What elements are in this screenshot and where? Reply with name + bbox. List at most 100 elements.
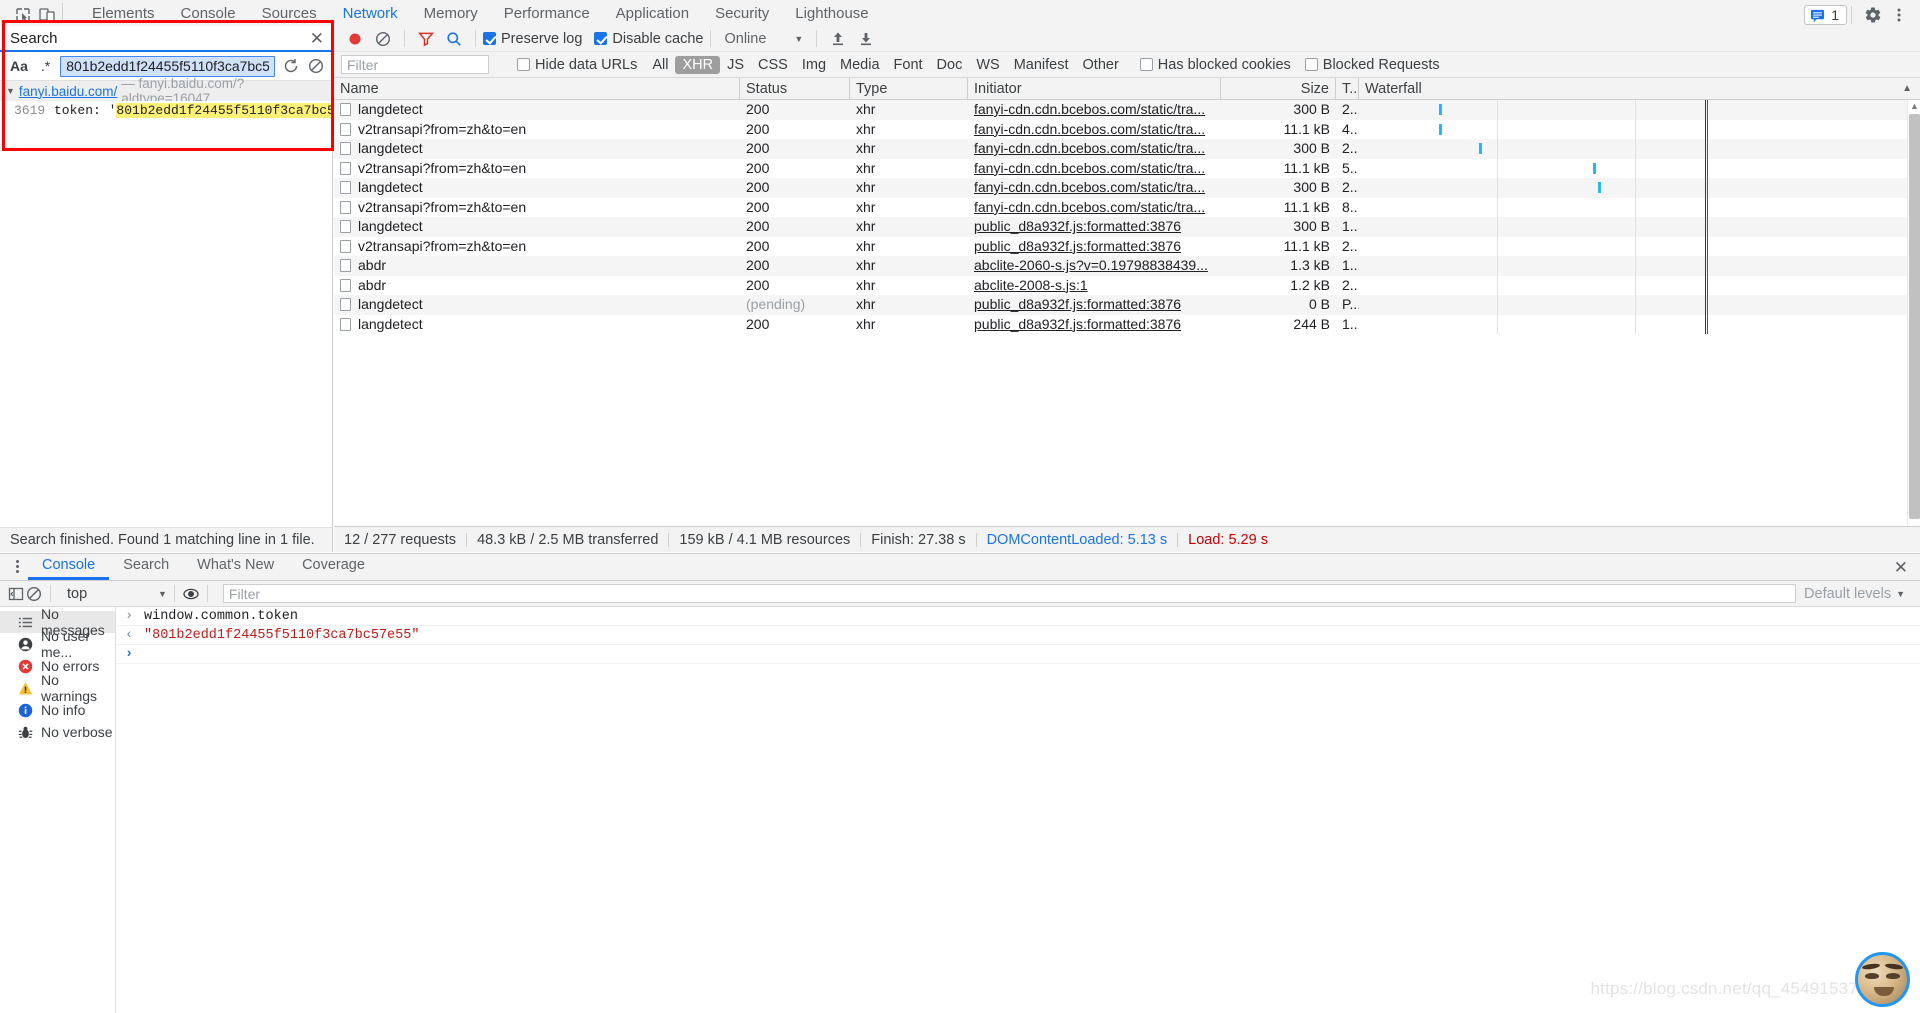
column-header-status[interactable]: Status: [740, 78, 850, 100]
clear-search-icon[interactable]: [307, 57, 325, 75]
table-row[interactable]: langdetect 200 xhr fanyi-cdn.cdn.bcebos.com…: [334, 178, 1920, 198]
table-row[interactable]: v2transapi?from=zh&to=en 200 xhr fanyi-cdn.…: [334, 158, 1920, 179]
close-drawer-icon[interactable]: ✕: [1894, 559, 1920, 580]
search-query-input[interactable]: [60, 55, 275, 77]
table-row[interactable]: v2transapi?from=zh&to=en 200 xhr fanyi-cdn.…: [334, 119, 1920, 139]
cell-initiator[interactable]: public_d8a932f.js:formatted:3876: [968, 237, 1221, 257]
console-log-levels-dropdown[interactable]: Default levels ▼: [1804, 586, 1913, 602]
console-prompt-line[interactable]: ›: [116, 645, 1920, 664]
clear-network-log-icon[interactable]: [374, 30, 392, 48]
preserve-log-box[interactable]: [483, 32, 496, 45]
cell-name[interactable]: v2transapi?from=zh&to=en: [334, 237, 740, 257]
filter-funnel-icon[interactable]: [417, 30, 435, 48]
table-row[interactable]: langdetect 200 xhr public_d8a932f.js:format…: [334, 314, 1920, 335]
filter-type-ws[interactable]: WS: [969, 56, 1006, 74]
drawer-more-options-icon[interactable]: [6, 555, 28, 577]
initiator-link[interactable]: fanyi-cdn.cdn.bcebos.com/static/tra...: [974, 199, 1205, 215]
table-row[interactable]: abdr 200 xhr abclite-2008-s.js:1 1.2 kB 2...: [334, 275, 1920, 296]
network-filter-input[interactable]: [341, 55, 489, 74]
close-search-panel-icon[interactable]: ✕: [310, 30, 324, 47]
initiator-link[interactable]: public_d8a932f.js:formatted:3876: [974, 238, 1181, 254]
hide-data-urls-checkbox[interactable]: Hide data URLs: [517, 57, 637, 73]
cell-initiator[interactable]: fanyi-cdn.cdn.bcebos.com/static/tra...: [968, 100, 1221, 120]
match-case-toggle[interactable]: Aa: [7, 57, 31, 75]
initiator-link[interactable]: public_d8a932f.js:formatted:3876: [974, 316, 1181, 332]
initiator-link[interactable]: fanyi-cdn.cdn.bcebos.com/static/tra...: [974, 101, 1205, 117]
message-count-badge[interactable]: 1: [1804, 5, 1847, 25]
throttle-dropdown[interactable]: Online ▼: [718, 31, 809, 47]
console-sidebar-item-bug[interactable]: No verbose: [0, 721, 115, 743]
cell-initiator[interactable]: fanyi-cdn.cdn.bcebos.com/static/tra...: [968, 178, 1221, 198]
has-blocked-cookies-checkbox[interactable]: Has blocked cookies: [1139, 57, 1291, 73]
drawer-tab-whats-new[interactable]: What's New: [183, 557, 288, 581]
filter-type-img[interactable]: Img: [795, 56, 833, 74]
table-row[interactable]: v2transapi?from=zh&to=en 200 xhr fanyi-cdn.…: [334, 197, 1920, 218]
initiator-link[interactable]: public_d8a932f.js:formatted:3876: [974, 296, 1181, 312]
export-har-icon[interactable]: [857, 30, 875, 48]
initiator-link[interactable]: fanyi-cdn.cdn.bcebos.com/static/tra...: [974, 160, 1205, 176]
cell-name[interactable]: langdetect: [334, 100, 740, 120]
column-header-time[interactable]: T..: [1336, 78, 1359, 100]
record-button-icon[interactable]: [346, 30, 364, 48]
console-input-line[interactable]: › window.common.token: [116, 607, 1920, 626]
search-network-icon[interactable]: [445, 30, 463, 48]
clear-console-icon[interactable]: [25, 585, 43, 603]
disable-cache-checkbox[interactable]: Disable cache: [594, 31, 703, 47]
filter-type-xhr[interactable]: XHR: [675, 55, 721, 74]
console-output[interactable]: › window.common.token ‹ "801b2edd1f24455f51…: [116, 607, 1920, 1013]
network-scrollbar[interactable]: ▲: [1907, 100, 1920, 526]
regex-toggle[interactable]: .*: [38, 57, 53, 75]
table-row[interactable]: langdetect (pending) xhr public_d8a932f.js:…: [334, 295, 1920, 315]
column-header-name[interactable]: Name: [334, 78, 740, 100]
initiator-link[interactable]: public_d8a932f.js:formatted:3876: [974, 218, 1181, 234]
hide-data-urls-box[interactable]: [517, 58, 530, 71]
cell-initiator[interactable]: fanyi-cdn.cdn.bcebos.com/static/tra...: [968, 159, 1221, 179]
inspect-element-icon[interactable]: [14, 6, 32, 24]
filter-type-doc[interactable]: Doc: [930, 56, 970, 74]
cell-name[interactable]: langdetect: [334, 315, 740, 335]
column-header-waterfall[interactable]: Waterfall ▲: [1359, 78, 1920, 100]
expand-triangle-icon[interactable]: ▼: [6, 86, 15, 96]
device-toolbar-icon[interactable]: [38, 6, 56, 24]
cell-initiator[interactable]: public_d8a932f.js:formatted:3876: [968, 217, 1221, 237]
import-har-icon[interactable]: [829, 30, 847, 48]
table-row[interactable]: abdr 200 xhr abclite-2060-s.js?v=0.19798838…: [334, 256, 1920, 276]
cell-initiator[interactable]: fanyi-cdn.cdn.bcebos.com/static/tra...: [968, 139, 1221, 159]
filter-type-font[interactable]: Font: [887, 56, 930, 74]
table-row[interactable]: langdetect 200 xhr fanyi-cdn.cdn.bcebos.com…: [334, 100, 1920, 120]
cell-name[interactable]: langdetect: [334, 139, 740, 159]
console-context-selector[interactable]: top ▼: [58, 586, 167, 602]
drawer-tab-console[interactable]: Console: [28, 557, 110, 580]
filter-type-media[interactable]: Media: [833, 56, 887, 74]
cell-initiator[interactable]: abclite-2060-s.js?v=0.19798838439...: [968, 256, 1221, 276]
refresh-search-icon[interactable]: [282, 57, 300, 75]
more-options-kebab-icon[interactable]: [1888, 4, 1910, 26]
console-sidebar-toggle-icon[interactable]: [7, 585, 25, 603]
cell-initiator[interactable]: fanyi-cdn.cdn.bcebos.com/static/tra...: [968, 198, 1221, 218]
initiator-link[interactable]: fanyi-cdn.cdn.bcebos.com/static/tra...: [974, 179, 1205, 195]
table-row[interactable]: langdetect 200 xhr public_d8a932f.js:format…: [334, 217, 1920, 237]
drawer-tab-coverage[interactable]: Coverage: [288, 557, 379, 581]
scroll-up-icon[interactable]: ▲: [1910, 101, 1919, 111]
filter-type-js[interactable]: JS: [720, 56, 751, 74]
cell-initiator[interactable]: abclite-2008-s.js:1: [968, 276, 1221, 296]
has-blocked-cookies-box[interactable]: [1139, 58, 1153, 71]
sort-ascending-icon[interactable]: ▲: [1902, 78, 1912, 100]
cell-name[interactable]: langdetect: [334, 217, 740, 237]
drawer-tab-search[interactable]: Search: [109, 557, 183, 581]
initiator-link[interactable]: abclite-2008-s.js:1: [974, 277, 1088, 293]
cell-name[interactable]: v2transapi?from=zh&to=en: [334, 198, 740, 218]
filter-type-manifest[interactable]: Manifest: [1007, 56, 1076, 74]
console-eye-filter-icon[interactable]: [182, 585, 200, 603]
disable-cache-box[interactable]: [594, 32, 608, 45]
column-header-type[interactable]: Type: [850, 78, 968, 100]
cell-name[interactable]: abdr: [334, 276, 740, 296]
console-sidebar-item-warning[interactable]: No warnings: [0, 672, 115, 704]
console-output-line[interactable]: ‹ "801b2edd1f24455f5110f3ca7bc57e55": [116, 626, 1920, 645]
column-header-size[interactable]: Size: [1221, 78, 1336, 100]
table-row[interactable]: langdetect 200 xhr fanyi-cdn.cdn.bcebos.com…: [334, 139, 1920, 159]
search-result-file-row[interactable]: ▼ fanyi.baidu.com/ — fanyi.baidu.com/?al…: [0, 76, 332, 106]
cell-name[interactable]: langdetect: [334, 295, 740, 315]
filter-type-all[interactable]: All: [645, 56, 675, 74]
settings-gear-icon[interactable]: [1862, 4, 1884, 26]
